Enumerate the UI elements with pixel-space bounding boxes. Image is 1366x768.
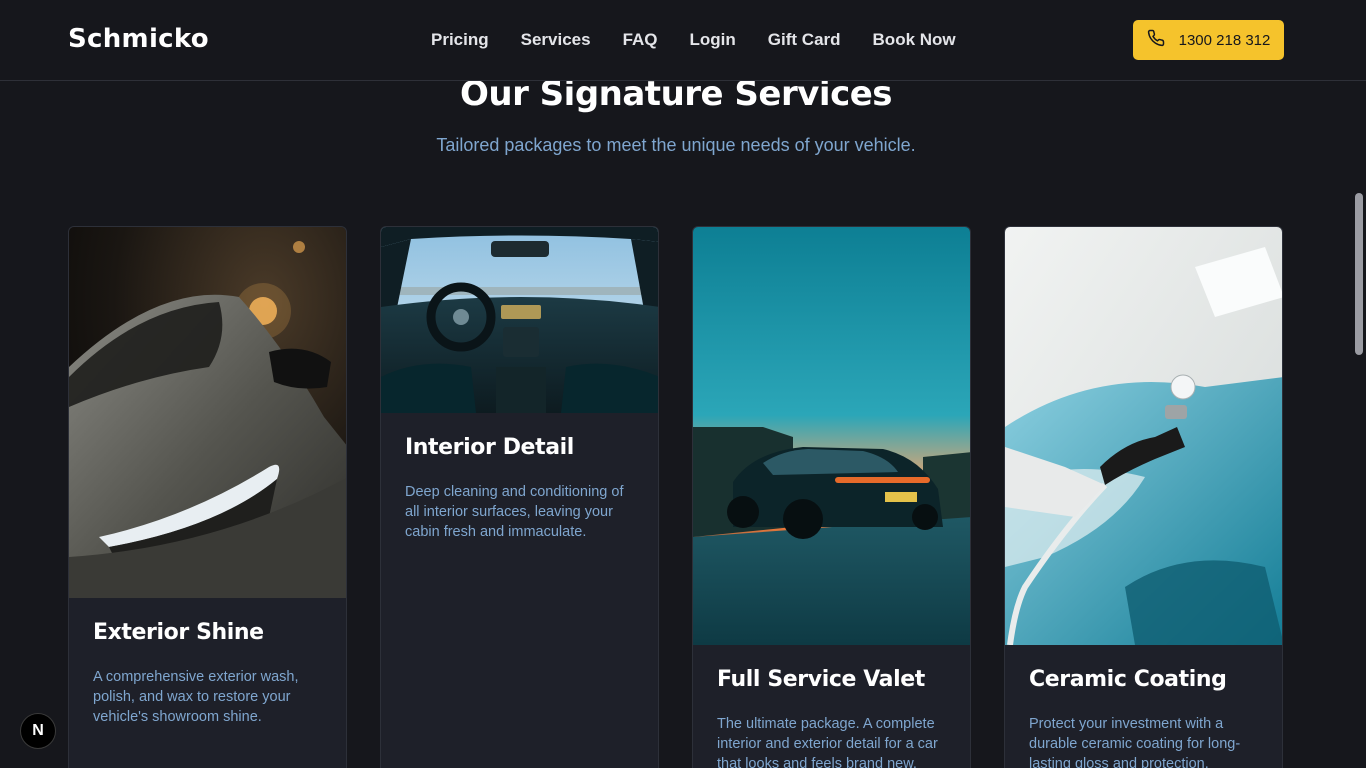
- nav-link-faq[interactable]: FAQ: [623, 30, 658, 50]
- call-button[interactable]: 1300 218 312: [1133, 20, 1284, 60]
- exterior-shine-image: [69, 227, 346, 598]
- service-card-exterior-shine[interactable]: Exterior Shine A comprehensive exterior …: [68, 226, 347, 768]
- card-title: Ceramic Coating: [1029, 667, 1227, 692]
- site-header: Schmicko Pricing Services FAQ Login Gift…: [0, 0, 1366, 81]
- nav-link-book-now[interactable]: Book Now: [873, 30, 956, 50]
- scrollbar-thumb[interactable]: [1355, 193, 1363, 355]
- card-body: Interior Detail Deep cleaning and condit…: [381, 413, 658, 542]
- phone-number: 1300 218 312: [1178, 31, 1271, 49]
- interior-detail-image: [381, 227, 658, 413]
- scrollbar-track[interactable]: [1352, 0, 1366, 768]
- service-card-ceramic-coating[interactable]: Ceramic Coating Protect your investment …: [1004, 226, 1283, 768]
- main-nav: Pricing Services FAQ Login Gift Card Boo…: [431, 30, 956, 50]
- nav-link-login[interactable]: Login: [690, 30, 736, 50]
- card-description: The ultimate package. A complete interio…: [717, 716, 938, 768]
- phone-icon: [1147, 29, 1165, 51]
- card-description: Deep cleaning and conditioning of all in…: [405, 484, 624, 540]
- card-description: Protect your investment with a durable c…: [1029, 716, 1241, 768]
- ceramic-coating-image: [1005, 227, 1282, 645]
- brand-logo[interactable]: Schmicko: [68, 24, 209, 54]
- nav-link-gift-card[interactable]: Gift Card: [768, 30, 841, 50]
- card-body: Ceramic Coating Protect your investment …: [1005, 645, 1282, 768]
- card-title: Exterior Shine: [93, 620, 264, 645]
- card-title: Full Service Valet: [717, 667, 925, 692]
- service-card-interior-detail[interactable]: Interior Detail Deep cleaning and condit…: [380, 226, 659, 768]
- card-body: Exterior Shine A comprehensive exterior …: [69, 598, 346, 727]
- service-card-full-service-valet[interactable]: Full Service Valet The ultimate package.…: [692, 226, 971, 768]
- card-body: Full Service Valet The ultimate package.…: [693, 645, 970, 768]
- full-service-valet-image: [693, 227, 970, 645]
- card-title: Interior Detail: [405, 435, 574, 460]
- nextjs-dev-badge[interactable]: N: [20, 713, 56, 749]
- nav-link-services[interactable]: Services: [521, 30, 591, 50]
- section-subtitle: Tailored packages to meet the unique nee…: [436, 135, 916, 155]
- nav-link-pricing[interactable]: Pricing: [431, 30, 489, 50]
- card-description: A comprehensive exterior wash, polish, a…: [93, 669, 299, 725]
